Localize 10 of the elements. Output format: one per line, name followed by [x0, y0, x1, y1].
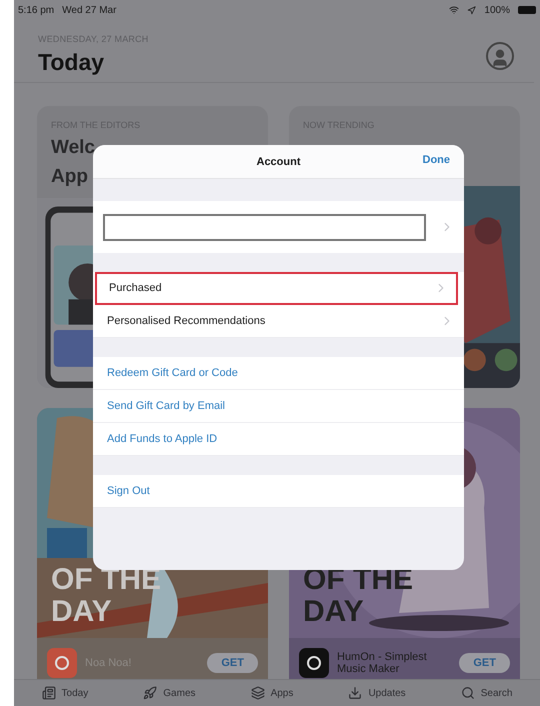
app-name: HumOn - Simplest Music Maker — [337, 651, 428, 675]
card-title: Welc — [51, 136, 96, 159]
status-time: 5:16 pm — [18, 4, 54, 16]
card-heading: DAY — [303, 596, 365, 628]
page-title: Today — [38, 49, 106, 76]
dialog-title: Account — [256, 156, 300, 168]
battery-percent: 100% — [484, 4, 510, 16]
card-heading: DAY — [51, 596, 113, 628]
card-title: App — [51, 165, 89, 188]
status-date: Wed 27 Mar — [62, 4, 116, 16]
